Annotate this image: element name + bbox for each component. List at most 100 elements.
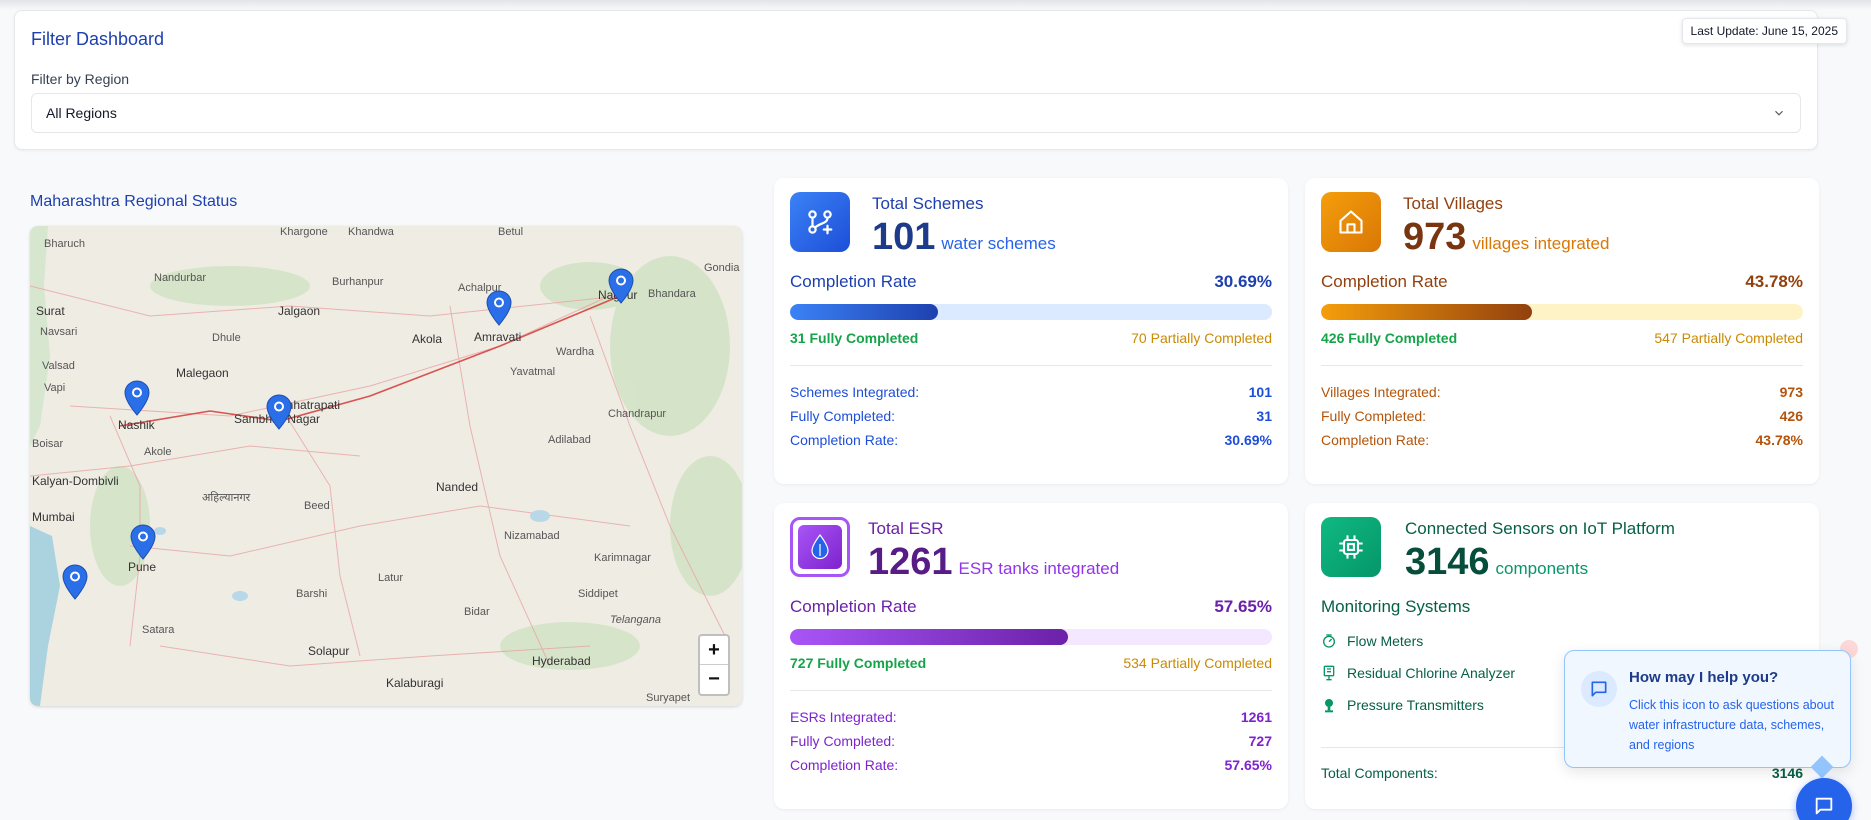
map-label: Siddipet: [578, 588, 618, 600]
map-label: Burhanpur: [332, 276, 384, 288]
sensors-count: 3146: [1405, 541, 1490, 583]
map-label: Nizamabad: [504, 530, 560, 542]
chat-button[interactable]: [1796, 778, 1852, 820]
map-pin-icon[interactable]: [486, 290, 512, 326]
esr-progress-bar: [790, 629, 1272, 645]
esr-rate-row: Completion Rate 57.65%: [790, 597, 1272, 617]
rate-value: 57.65%: [1214, 597, 1272, 616]
map-pin-icon[interactable]: [130, 524, 156, 560]
villages-progress-bar: [1321, 304, 1803, 320]
stat-row: Completion Rate: 43.78%: [1321, 432, 1803, 448]
stat-row: Villages Integrated: 973: [1321, 384, 1803, 400]
map-label: Barshi: [296, 588, 328, 600]
partially-completed: 547 Partially Completed: [1654, 330, 1803, 346]
map-label: Nashik: [118, 418, 155, 432]
regional-map[interactable]: Bharuch Khargone Khandwa Betul Nandurbar…: [30, 226, 742, 706]
stat-row: Fully Completed: 727: [790, 733, 1272, 749]
stat-row: Completion Rate: 57.65%: [790, 757, 1272, 773]
schemes-progress-bar: [790, 304, 1272, 320]
region-select-value: All Regions: [46, 105, 117, 121]
stat-row: Schemes Integrated: 101: [790, 384, 1272, 400]
chat-icon: [1581, 671, 1617, 707]
progress-fill: [1321, 304, 1533, 320]
map-label: Pune: [128, 560, 157, 574]
stat-row: Completion Rate: 30.69%: [790, 432, 1272, 448]
rate-label: Completion Rate: [790, 597, 917, 616]
map-title: Maharashtra Regional Status: [30, 193, 238, 210]
zoom-in-button[interactable]: +: [700, 636, 728, 665]
sensors-title: Connected Sensors on IoT Platform: [1405, 519, 1675, 538]
water-drop-icon: [790, 517, 850, 577]
help-popover[interactable]: How may I help you? Click this icon to a…: [1564, 650, 1851, 779]
esr-stats: ESRs Integrated: 1261 Fully Completed: 727…: [790, 709, 1272, 781]
region-select[interactable]: All Regions: [31, 93, 1801, 133]
map-label: Solapur: [308, 644, 350, 658]
stat-row: Fully Completed: 426: [1321, 408, 1803, 424]
rate-label: Completion Rate: [1321, 272, 1448, 291]
villages-card: Total Villages 973 villages integrated Co…: [1305, 178, 1819, 484]
map-label: Malegaon: [176, 366, 229, 380]
rate-value: 43.78%: [1745, 272, 1803, 291]
map-label: Latur: [378, 572, 404, 584]
map-label: Bidar: [464, 606, 490, 618]
schemes-count: 101: [872, 216, 936, 258]
fully-completed: 727 Fully Completed: [790, 655, 927, 671]
monitoring-item-flow-meters: Flow Meters: [1321, 625, 1515, 657]
map-label: Suryapet: [646, 692, 691, 704]
map-label: Surat: [36, 304, 65, 318]
map-label: Akola: [412, 332, 443, 346]
map-label: Beed: [304, 500, 330, 512]
divider: [790, 365, 1272, 366]
zoom-out-button[interactable]: −: [700, 665, 728, 694]
pressure-icon: [1325, 699, 1333, 713]
villages-split: 426 Fully Completed 547 Partially Complet…: [1321, 330, 1803, 346]
divider: [1321, 365, 1803, 366]
villages-stats: Villages Integrated: 973 Fully Completed:…: [1321, 384, 1803, 456]
esr-value: 1261 ESR tanks integrated: [868, 541, 1119, 584]
chat-bubble-icon: [1815, 797, 1833, 815]
map-label: Kalaburagi: [386, 676, 444, 690]
map-label: Akole: [144, 446, 172, 458]
esr-split: 727 Fully Completed 534 Partially Complet…: [790, 655, 1272, 671]
region-filter-label: Filter by Region: [31, 71, 130, 87]
map-label: Gondia: [704, 262, 740, 274]
map-label: Dhule: [212, 332, 241, 344]
map-label: Chandrapur: [608, 408, 667, 420]
esr-unit: ESR tanks integrated: [958, 559, 1120, 578]
partially-completed: 70 Partially Completed: [1131, 330, 1272, 346]
map-label: Khargone: [280, 226, 328, 238]
schemes-stats: Schemes Integrated: 101 Fully Completed: 3…: [790, 384, 1272, 456]
map-label: Amravati: [474, 330, 522, 344]
map-label: Karimnagar: [594, 552, 651, 564]
monitoring-title: Monitoring Systems: [1321, 597, 1471, 616]
map-label: Telangana: [610, 614, 661, 626]
last-update-badge: Last Update: June 15, 2025: [1681, 18, 1847, 44]
top-shadow-bar: [0, 0, 1871, 10]
map-label: Vapi: [44, 382, 66, 394]
filter-panel: Filter Dashboard Filter by Region All Re…: [14, 10, 1818, 150]
map-pin-icon[interactable]: [266, 394, 292, 430]
esr-card: Total ESR 1261 ESR tanks integrated Compl…: [774, 503, 1288, 809]
map-label: Navsari: [40, 326, 78, 338]
git-branch-icon: [790, 192, 850, 252]
schemes-card: Total Schemes 101 water schemes Completio…: [774, 178, 1288, 484]
map-pin-icon[interactable]: [124, 380, 150, 416]
esr-count: 1261: [868, 541, 953, 583]
stat-row: Fully Completed: 31: [790, 408, 1272, 424]
map-label: Valsad: [42, 360, 75, 372]
monitoring-list: Flow Meters Residual Chlorine Analyzer P…: [1321, 625, 1515, 721]
villages-rate-row: Completion Rate 43.78%: [1321, 272, 1803, 292]
villages-unit: villages integrated: [1472, 234, 1610, 253]
sensors-value: 3146 components: [1405, 541, 1588, 584]
map-pin-icon[interactable]: [608, 268, 634, 304]
villages-count: 973: [1403, 216, 1467, 258]
schemes-title: Total Schemes: [872, 194, 984, 213]
map-label: Yavatmal: [510, 366, 556, 378]
map-pin-icon[interactable]: [62, 564, 88, 600]
schemes-rate-row: Completion Rate 30.69%: [790, 272, 1272, 292]
map-label: Boisar: [32, 438, 64, 450]
map-label: Mumbai: [32, 510, 75, 524]
stat-row: Total Components: 3146: [1321, 765, 1803, 781]
map-label: Betul: [498, 226, 524, 238]
map-label: Jalgaon: [278, 304, 321, 318]
